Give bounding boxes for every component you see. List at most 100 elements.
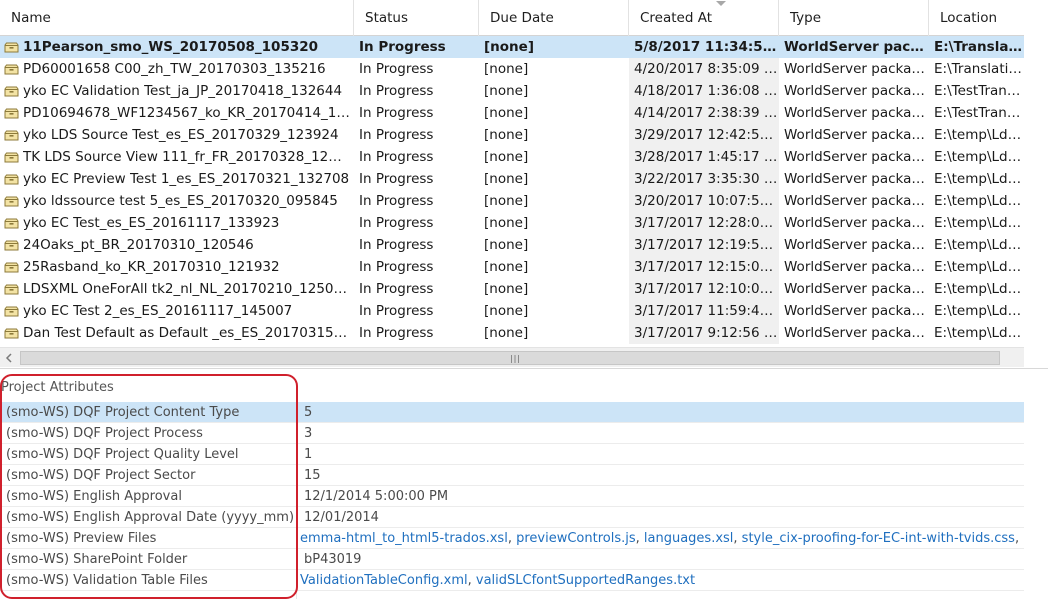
grid-header: Name Status Due Date Created At Type Loc… [0, 0, 1024, 36]
attribute-name: (smo-WS) English Approval Date (yyyy_mm) [6, 510, 295, 525]
cell-location: E:\temp\LdsSo [934, 303, 1024, 319]
link-separator: , [1014, 531, 1020, 546]
cell-status: In Progress [359, 193, 434, 209]
column-header-location[interactable]: Location [929, 0, 1024, 36]
project-attributes-title: Project Attributes [1, 380, 114, 395]
table-row[interactable]: 25Rasband_ko_KR_20170310_121932 In Progre… [0, 256, 1024, 278]
cell-type: WorldServer package [784, 105, 926, 121]
table-row[interactable]: PD10694678_WF1234567_ko_KR_20170414_1401… [0, 102, 1024, 124]
cell-name: 24Oaks_pt_BR_20170310_120546 [23, 237, 254, 253]
cell-location: E:\temp\LdsSo [934, 325, 1024, 341]
link-separator: , [467, 573, 476, 588]
table-row[interactable]: yko EC Preview Test 1_es_ES_20170321_132… [0, 168, 1024, 190]
table-row[interactable]: PD60001658 C00_zh_TW_20170303_135216 In P… [0, 58, 1024, 80]
cell-status: In Progress [359, 215, 434, 231]
cell-status: In Progress [359, 127, 434, 143]
table-row[interactable]: yko LDS Source Test_es_ES_20170329_12392… [0, 124, 1024, 146]
horizontal-scrollbar[interactable] [0, 347, 1024, 367]
file-link[interactable]: languages.xsl [644, 531, 734, 546]
cell-name: Dan Test Default as Default _es_ES_20170… [23, 325, 350, 341]
table-row[interactable]: Dan Test Default as Default _es_ES_20170… [0, 322, 1024, 344]
cell-type: WorldServer package [784, 259, 926, 275]
cell-due: [none] [484, 39, 534, 55]
cell-created: 3/17/2017 11:59:41 AM [629, 300, 779, 322]
table-row[interactable]: yko EC Validation Test_ja_JP_20170418_13… [0, 80, 1024, 102]
column-header-created-at[interactable]: Created At [629, 0, 779, 36]
column-header-type[interactable]: Type [779, 0, 929, 36]
cell-name: 25Rasband_ko_KR_20170310_121932 [23, 259, 280, 275]
link-separator: , [733, 531, 742, 546]
cell-name: LDSXML OneForAll tk2_nl_NL_20170210_1250… [23, 281, 350, 297]
cell-status: In Progress [359, 105, 434, 121]
cell-due: [none] [484, 105, 529, 121]
attribute-row[interactable]: (smo-WS) DQF Project Content Type 5 [0, 402, 1024, 423]
cell-created: 3/29/2017 12:42:57 PM [629, 124, 779, 146]
file-link[interactable]: ValidationTableConfig.xml [300, 573, 468, 588]
link-separator: , [635, 531, 644, 546]
package-icon [4, 328, 19, 339]
package-icon [4, 108, 19, 119]
table-row[interactable]: yko EC Test 2_es_ES_20161117_145007 In Pr… [0, 300, 1024, 322]
cell-due: [none] [484, 193, 529, 209]
attribute-row[interactable]: (smo-WS) DQF Project Process 3 [0, 423, 1024, 444]
cell-name: yko EC Test_es_ES_20161117_133923 [23, 215, 280, 231]
project-attributes-panel: Project Attributes (smo-WS) DQF Project … [0, 368, 1048, 599]
column-divider [296, 402, 297, 599]
cell-type: WorldServer package [784, 149, 926, 165]
attribute-row[interactable]: (smo-WS) SharePoint Folder bP43019 [0, 549, 1024, 570]
attribute-row[interactable]: (smo-WS) Validation Table Files Validatio… [0, 570, 1024, 591]
table-row[interactable]: yko EC Test_es_ES_20161117_133923 In Prog… [0, 212, 1024, 234]
sort-descending-icon [716, 1, 726, 6]
scrollbar-thumb[interactable] [20, 351, 1000, 365]
table-row[interactable]: yko ldssource test 5_es_ES_20170320_0958… [0, 190, 1024, 212]
attribute-value: 5 [304, 405, 313, 420]
cell-type: WorldServer package [784, 39, 926, 55]
table-row[interactable]: TK LDS Source View 111_fr_FR_20170328_12… [0, 146, 1024, 168]
cell-status: In Progress [359, 83, 434, 99]
cell-name: yko EC Test 2_es_ES_20161117_145007 [23, 303, 293, 319]
cell-due: [none] [484, 215, 529, 231]
attribute-row[interactable]: (smo-WS) DQF Project Sector 15 [0, 465, 1024, 486]
cell-status: In Progress [359, 61, 434, 77]
table-row[interactable]: LDSXML OneForAll tk2_nl_NL_20170210_1250… [0, 278, 1024, 300]
file-link[interactable]: validSLCfontSupportedRanges.txt [476, 573, 695, 588]
cell-created: 3/17/2017 12:19:53 PM [629, 234, 779, 256]
package-icon [4, 130, 19, 141]
attribute-row[interactable]: (smo-WS) Preview Files emma-html_to_html5… [0, 528, 1024, 549]
table-row[interactable]: 24Oaks_pt_BR_20170310_120546 In Progress [… [0, 234, 1024, 256]
cell-created: 3/20/2017 10:07:51 AM [629, 190, 779, 212]
attribute-name: (smo-WS) Preview Files [6, 531, 157, 546]
attribute-name: (smo-WS) DQF Project Sector [6, 468, 196, 483]
chevron-left-icon[interactable] [2, 351, 16, 365]
cell-status: In Progress [359, 325, 434, 341]
attribute-name: (smo-WS) English Approval [6, 489, 182, 504]
package-icon [4, 262, 19, 273]
file-link[interactable]: style_cix-proofing-for-EC-int-with-tvids… [742, 531, 1015, 546]
cell-due: [none] [484, 61, 529, 77]
attribute-row[interactable]: (smo-WS) DQF Project Quality Level 1 [0, 444, 1024, 465]
package-icon [4, 284, 19, 295]
file-link[interactable]: previewControls.js [516, 531, 636, 546]
column-header-name[interactable]: Name [0, 0, 354, 36]
attribute-row[interactable]: (smo-WS) English Approval 12/1/2014 5:00:… [0, 486, 1024, 507]
attribute-value: 15 [304, 468, 321, 483]
cell-created: 3/17/2017 9:12:56 AM [629, 322, 779, 344]
cell-type: WorldServer package [784, 127, 926, 143]
attribute-value: bP43019 [304, 552, 362, 567]
table-row[interactable]: 11Pearson_smo_WS_20170508_105320 In Progr… [0, 36, 1024, 58]
cell-location: E:\TestTransla [934, 83, 1024, 99]
attribute-row[interactable]: (smo-WS) English Approval Date (yyyy_mm)… [0, 507, 1024, 528]
attribute-value: emma-html_to_html5-trados.xsl, previewCo… [300, 528, 1020, 549]
cell-created: 4/20/2017 8:35:09 PM [629, 58, 779, 80]
column-header-due-date[interactable]: Due Date [479, 0, 629, 36]
cell-type: WorldServer package [784, 171, 926, 187]
scroll-grip-icon [511, 355, 519, 363]
cell-due: [none] [484, 281, 529, 297]
cell-type: WorldServer package [784, 303, 926, 319]
file-link[interactable]: emma-html_to_html5-trados.xsl [300, 531, 508, 546]
cell-name: yko EC Validation Test_ja_JP_20170418_13… [23, 83, 343, 99]
column-header-status[interactable]: Status [354, 0, 479, 36]
cell-created: 3/17/2017 12:10:02 PM [629, 278, 779, 300]
attribute-name: (smo-WS) DQF Project Quality Level [6, 447, 239, 462]
attribute-value: 1 [304, 447, 313, 462]
